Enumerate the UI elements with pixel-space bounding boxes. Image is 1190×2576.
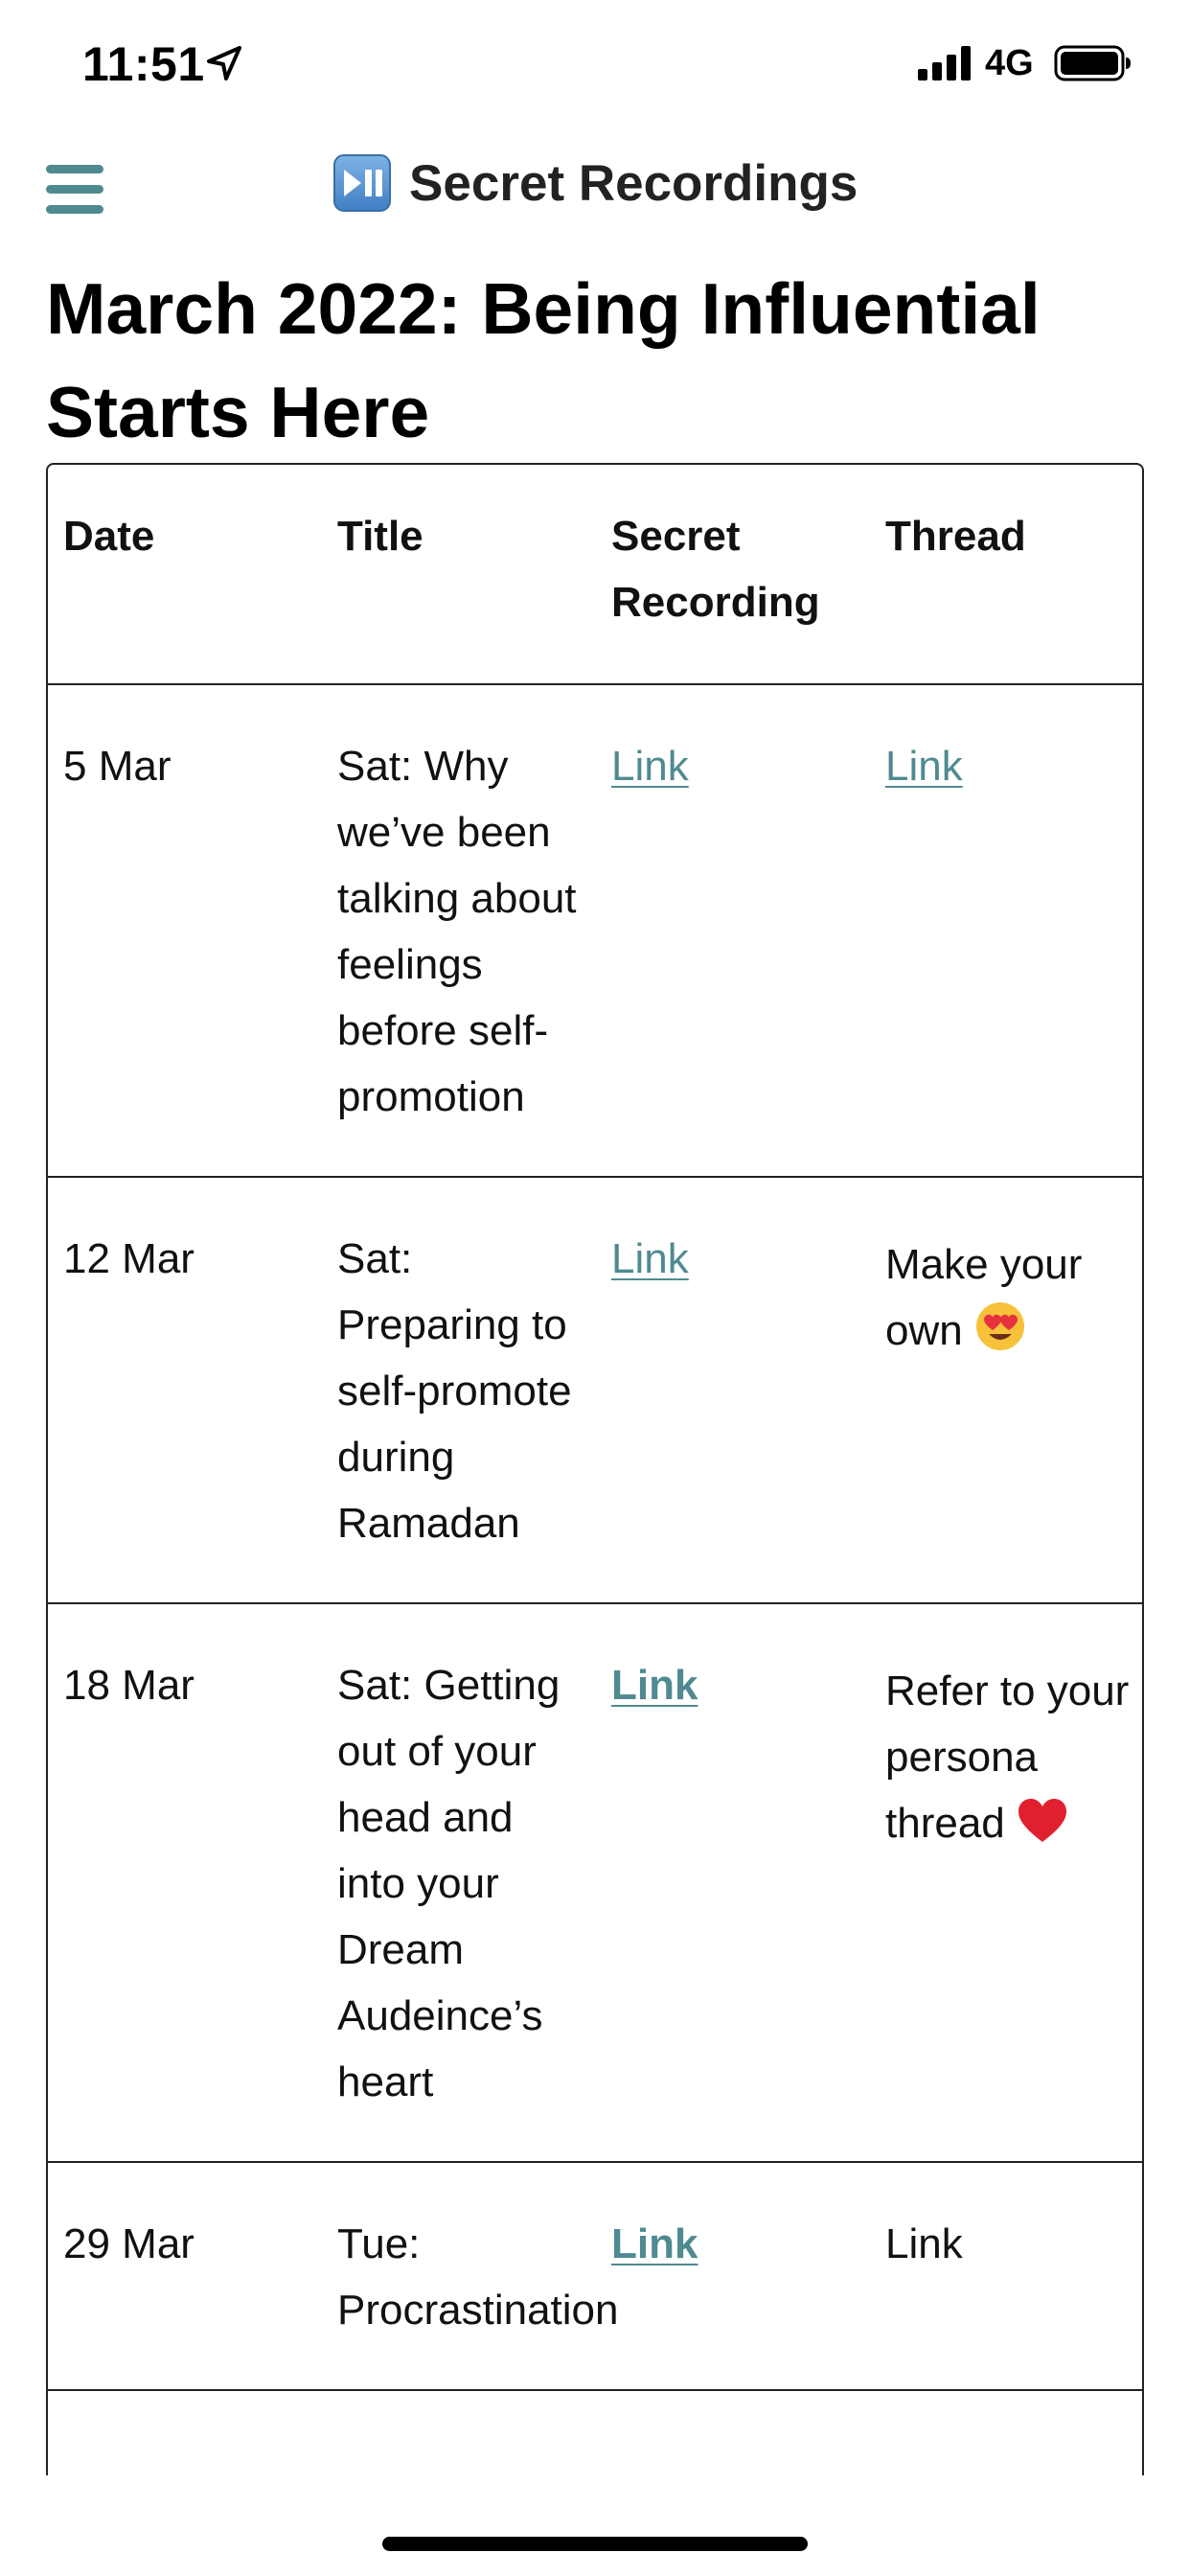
schedule-table-container: Date Title Secret Recording Thread 5 Mar… bbox=[46, 463, 1144, 2475]
thread-link[interactable]: Link bbox=[885, 743, 963, 790]
row-thread-cell: Make your own bbox=[868, 1177, 1144, 1604]
app-header: Secret Recordings bbox=[0, 144, 1190, 235]
table-row: 18 Mar Sat: Getting out of your head and… bbox=[46, 1603, 1144, 2163]
row-recording-cell: Link bbox=[594, 1603, 868, 2163]
play-pause-icon bbox=[332, 154, 391, 212]
row-date: 12 Mar bbox=[46, 1177, 320, 1604]
row-recording-cell: Link bbox=[594, 684, 868, 1178]
row-thread-cell: Refer to your persona thread bbox=[868, 1603, 1144, 2163]
recording-link[interactable]: Link bbox=[611, 743, 689, 790]
row-title: Sat: Preparing to self-promote during Ra… bbox=[320, 1177, 594, 1604]
row-recording-cell: Link bbox=[594, 1177, 868, 1604]
row-thread-cell: Link bbox=[868, 2162, 1144, 2391]
schedule-table: Date Title Secret Recording Thread 5 Mar… bbox=[46, 463, 1144, 2391]
table-row: 12 Mar Sat: Preparing to self-promote du… bbox=[46, 1177, 1144, 1604]
recording-link[interactable]: Link bbox=[611, 1235, 689, 1282]
row-title: Tue: Procrastination bbox=[320, 2162, 618, 2391]
recording-link[interactable]: Link bbox=[611, 2220, 698, 2267]
app-title-wrap: Secret Recordings bbox=[0, 153, 1190, 213]
row-date: 18 Mar bbox=[46, 1603, 320, 2163]
location-arrow-icon bbox=[207, 46, 241, 80]
row-date: 5 Mar bbox=[46, 684, 320, 1178]
recording-link[interactable]: Link bbox=[611, 1662, 698, 1709]
status-bar: 11:51 4G bbox=[0, 0, 1190, 125]
row-thread-cell: Link bbox=[868, 684, 1144, 1178]
column-header-date: Date bbox=[46, 463, 320, 685]
app-title: Secret Recordings bbox=[409, 154, 858, 212]
table-row: 5 Mar Sat: Why we’ve been talking about … bbox=[46, 684, 1144, 1178]
bottom-safe-area bbox=[0, 2475, 1190, 2576]
cellular-signal-icon bbox=[918, 46, 971, 80]
column-header-thread: Thread bbox=[868, 463, 1144, 685]
thread-text: Link bbox=[885, 2220, 963, 2267]
home-indicator[interactable] bbox=[382, 2537, 808, 2551]
column-header-title: Title bbox=[320, 463, 594, 685]
page-title: March 2022: Being Influential Starts Her… bbox=[46, 268, 1041, 452]
table-row: 29 Mar Tue: Procrastination Link Link bbox=[46, 2162, 1144, 2391]
row-title: Sat: Getting out of your head and into y… bbox=[320, 1603, 594, 2163]
red-heart-emoji-icon bbox=[1018, 1799, 1066, 1842]
row-date: 29 Mar bbox=[46, 2162, 320, 2391]
table-header-row: Date Title Secret Recording Thread bbox=[46, 463, 1144, 685]
battery-icon bbox=[1054, 45, 1131, 81]
status-time: 11:51 bbox=[82, 37, 205, 91]
column-header-secret-recording: Secret Recording bbox=[594, 463, 868, 685]
row-title: Sat: Why we’ve been talking about feelin… bbox=[320, 684, 594, 1178]
heart-eyes-emoji-icon bbox=[975, 1302, 1024, 1350]
network-type: 4G bbox=[985, 43, 1034, 83]
thread-text: Refer to your persona thread bbox=[885, 1668, 1130, 1847]
row-recording-cell: Link bbox=[594, 2162, 868, 2391]
